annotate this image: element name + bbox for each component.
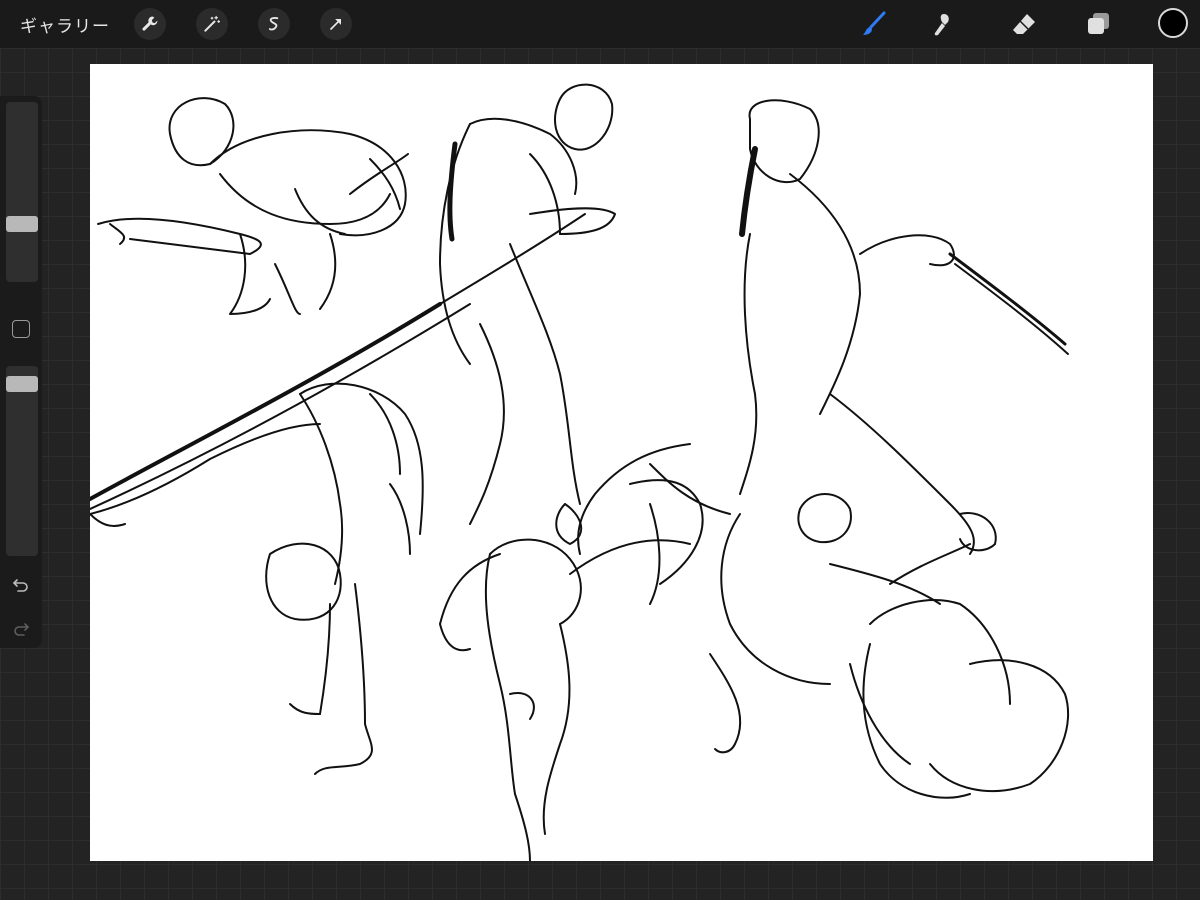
sketch-figure-sword bbox=[577, 99, 1069, 555]
color-picker-button[interactable] bbox=[1158, 8, 1188, 38]
smudge-button[interactable] bbox=[926, 6, 962, 42]
top-toolbar: ギャラリー bbox=[0, 0, 1200, 48]
layers-icon bbox=[1088, 13, 1109, 34]
left-sidebar bbox=[0, 96, 42, 648]
sketch-figure-crouch bbox=[97, 97, 409, 315]
transform-button[interactable] bbox=[320, 8, 352, 40]
opacity-handle[interactable] bbox=[6, 376, 38, 392]
redo-icon[interactable] bbox=[11, 618, 31, 638]
adjustments-button[interactable] bbox=[196, 8, 228, 40]
magic-wand-icon bbox=[204, 15, 221, 32]
sketch-figure-crouch-right bbox=[709, 493, 1070, 799]
eraser-icon bbox=[1013, 14, 1035, 34]
brush-size-handle[interactable] bbox=[6, 216, 38, 232]
actions-button[interactable] bbox=[134, 8, 166, 40]
gesture-sketches bbox=[90, 83, 1070, 861]
gallery-button[interactable]: ギャラリー bbox=[20, 12, 110, 37]
selection-icon bbox=[268, 17, 279, 31]
brush-icon bbox=[863, 11, 886, 35]
selection-button[interactable] bbox=[258, 8, 290, 40]
wrench-icon bbox=[142, 16, 158, 31]
drawing-canvas[interactable] bbox=[90, 64, 1153, 861]
opacity-slider[interactable] bbox=[6, 366, 38, 556]
eraser-button[interactable] bbox=[1006, 6, 1042, 42]
transform-arrow-icon bbox=[330, 19, 341, 30]
sketch-figure-rope bbox=[90, 83, 616, 545]
modify-button[interactable] bbox=[12, 320, 30, 338]
brush-size-slider[interactable] bbox=[6, 102, 38, 282]
layers-button[interactable] bbox=[1080, 6, 1116, 42]
undo-icon[interactable] bbox=[11, 574, 31, 594]
brush-button[interactable] bbox=[856, 6, 892, 42]
smudge-icon bbox=[934, 14, 949, 36]
sketch-figure-handstand bbox=[90, 382, 424, 775]
sketch-figure-low bbox=[439, 479, 704, 861]
